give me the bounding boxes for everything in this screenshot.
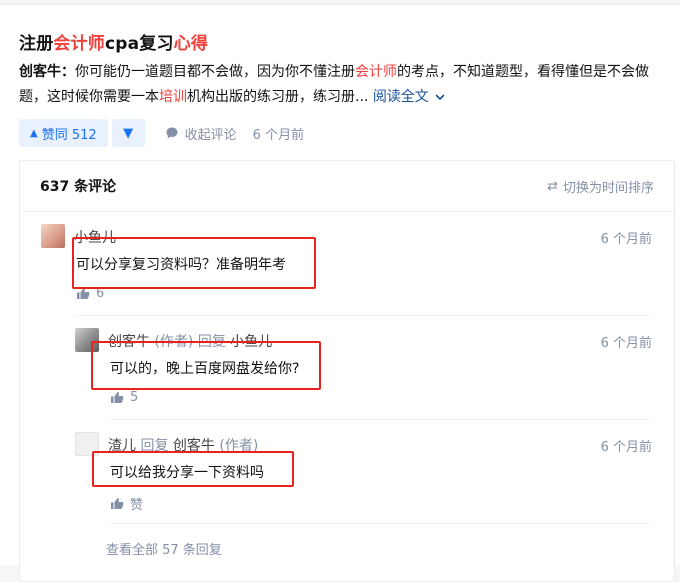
answer-time-link[interactable]: 6 个月前 <box>253 124 304 143</box>
comment-author[interactable]: 渣儿 回复 创客牛 (作者) <box>108 435 258 455</box>
sort-toggle[interactable]: ⇄ 切换为时间排序 <box>547 177 654 196</box>
comment-time: 6 个月前 <box>600 336 652 351</box>
avatar[interactable] <box>75 432 99 456</box>
read-more-link[interactable]: 阅读全文 <box>373 89 446 105</box>
answer-actions: ▲ 赞同 512 ▼ 收起评论 6 个月前 <box>19 119 304 147</box>
triangle-up-icon: ▲ <box>30 127 38 139</box>
like-button[interactable]: 赞 <box>110 494 143 513</box>
thumbs-up-icon <box>111 498 124 509</box>
thumbs-up-icon <box>111 392 124 403</box>
answer-card: 注册会计师cpa复习心得 创客牛：你可能仍一道题目都不会做，因为你不懂注册会计师… <box>0 4 680 582</box>
comment-text: 可以分享复习资料吗？准备明年考 <box>76 257 286 273</box>
comment-time: 6 个月前 <box>600 440 652 455</box>
divider <box>74 315 652 316</box>
avatar[interactable] <box>41 224 65 248</box>
swap-icon: ⇄ <box>547 178 558 194</box>
comments-panel: 637 条评论 ⇄ 切换为时间排序 小鱼儿 6 个月前 可以分享复习资料吗？准备… <box>19 160 675 582</box>
upvote-button[interactable]: ▲ 赞同 512 <box>19 119 108 147</box>
comments-header: 637 条评论 ⇄ 切换为时间排序 <box>20 161 674 212</box>
comments-count: 637 条评论 <box>40 179 117 195</box>
divider <box>108 523 652 524</box>
downvote-button[interactable]: ▼ <box>111 119 145 147</box>
thumbs-up-icon <box>77 288 90 299</box>
answer-title[interactable]: 注册会计师cpa复习心得 <box>19 29 208 54</box>
avatar[interactable] <box>75 328 99 352</box>
collapse-comments-button[interactable]: 收起评论 <box>165 124 237 143</box>
comment-time: 6 个月前 <box>600 232 652 247</box>
comment-text: 可以给我分享一下资料吗 <box>110 465 264 481</box>
divider <box>108 419 652 420</box>
answer-excerpt[interactable]: 创客牛：你可能仍一道题目都不会做，因为你不懂注册会计师的考点，不知道题型，看得懂… <box>19 60 659 110</box>
comment-icon <box>166 127 178 139</box>
triangle-down-icon: ▼ <box>123 125 134 141</box>
comment-author[interactable]: 创客牛 (作者) 回复 小鱼儿 <box>108 331 272 351</box>
like-button[interactable]: 5 <box>110 390 138 405</box>
comment-author[interactable]: 小鱼儿 <box>74 227 116 247</box>
like-button[interactable]: 6 <box>76 286 104 301</box>
answer-author[interactable]: 创客牛 <box>19 64 61 80</box>
view-all-replies-link[interactable]: 查看全部 57 条回复 <box>106 539 222 558</box>
comment-text: 可以的，晚上百度网盘发给你? <box>110 361 300 377</box>
chevron-down-icon <box>432 91 446 104</box>
